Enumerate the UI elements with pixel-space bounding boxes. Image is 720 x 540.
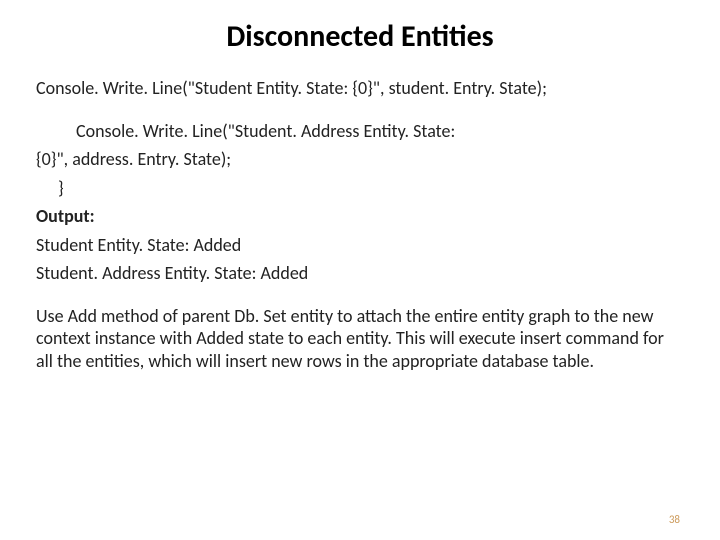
output-line-2: Student. Address Entity. State: Added xyxy=(36,262,684,285)
output-label: Output: xyxy=(36,205,684,228)
page-number: 38 xyxy=(669,513,680,526)
code-line-2b: {0}", address. Entry. State); xyxy=(36,148,684,171)
slide-body: Console. Write. Line("Student Entity. St… xyxy=(0,63,720,372)
code-line-1: Console. Write. Line("Student Entity. St… xyxy=(36,77,684,100)
explanation: Use Add method of parent Db. Set entity … xyxy=(36,305,684,373)
slide: { "title": "Disconnected Entities", "cod… xyxy=(0,0,720,540)
slide-title: Disconnected Entities xyxy=(0,0,720,63)
code-line-2a: Console. Write. Line("Student. Address E… xyxy=(36,120,684,143)
output-line-1: Student Entity. State: Added xyxy=(36,234,684,257)
closing-brace: } xyxy=(36,177,684,200)
